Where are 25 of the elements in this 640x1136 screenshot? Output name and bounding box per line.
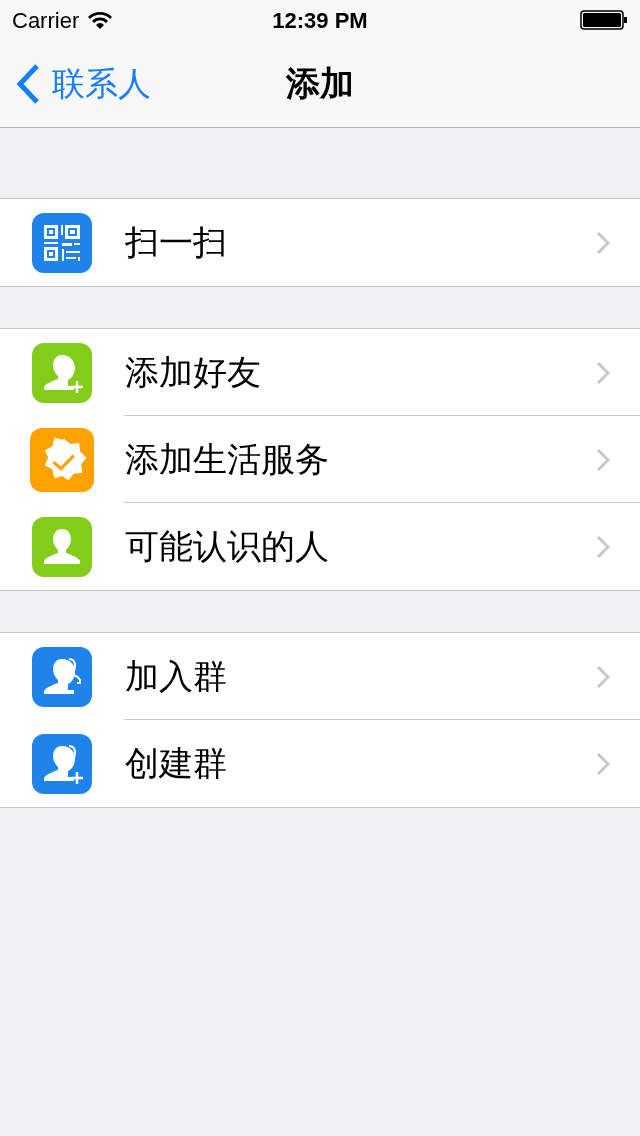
back-chevron-icon — [16, 63, 40, 104]
list-row[interactable]: 添加生活服务 — [0, 416, 640, 503]
page-title: 添加 — [286, 63, 354, 104]
chevron-icon — [596, 664, 610, 689]
list-row[interactable]: 加入群 — [0, 633, 640, 720]
list-row[interactable]: 扫一扫 — [0, 199, 640, 286]
chevron-icon — [596, 230, 610, 255]
row-label: 可能认识的人 — [125, 526, 329, 567]
chevron-icon — [596, 751, 610, 776]
carrier-name: Carrier — [12, 6, 80, 35]
row-label: 创建群 — [125, 743, 227, 784]
battery-icon — [580, 10, 628, 30]
row-label: 添加生活服务 — [125, 439, 329, 480]
chevron-icon — [596, 447, 610, 472]
list-row[interactable]: 添加好友 — [0, 329, 640, 416]
row-label: 添加好友 — [125, 352, 261, 393]
list-row[interactable]: 创建群 — [0, 720, 640, 807]
list-row[interactable]: 可能认识的人 — [0, 503, 640, 590]
chevron-icon — [596, 360, 610, 385]
status-time: 12:39 PM — [272, 6, 368, 35]
chevron-icon — [596, 534, 610, 559]
back-button[interactable]: 联系人 — [0, 58, 151, 109]
row-label: 扫一扫 — [125, 222, 227, 263]
row-label: 加入群 — [125, 656, 227, 697]
wifi-icon — [87, 10, 114, 30]
